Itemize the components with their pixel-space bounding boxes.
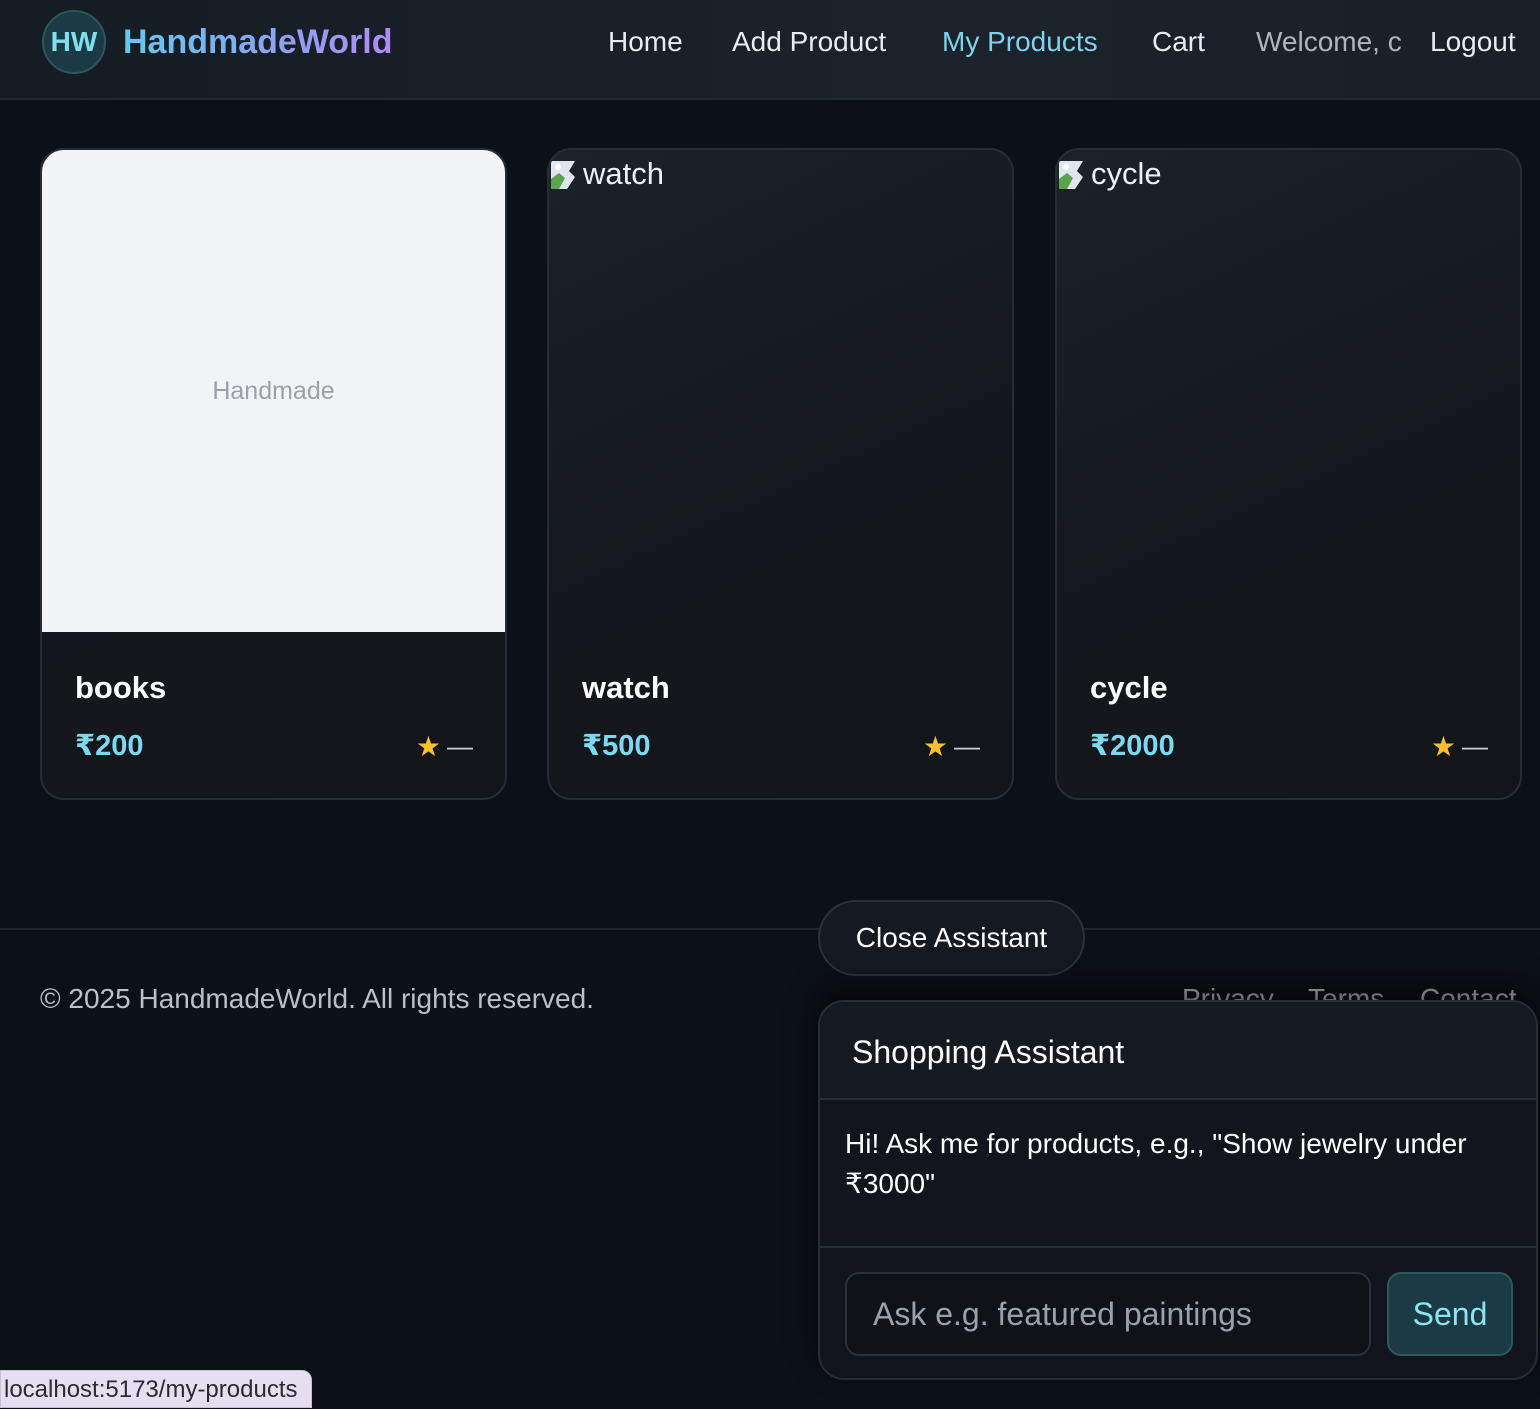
- assistant-query-input[interactable]: [845, 1272, 1371, 1356]
- broken-image-icon: [1059, 161, 1083, 189]
- status-bar-url: localhost:5173/my-products: [0, 1370, 313, 1408]
- nav-add-product[interactable]: Add Product: [732, 22, 886, 62]
- image-alt-text: cycle: [1091, 156, 1162, 191]
- product-card[interactable]: watch watch ₹500 ★ —: [547, 148, 1014, 800]
- broken-image: cycle: [1057, 150, 1162, 198]
- product-rating: ★ —: [416, 730, 473, 763]
- product-name: cycle: [1090, 670, 1168, 705]
- product-image: cycle: [1057, 150, 1520, 632]
- broken-image: watch: [549, 150, 664, 198]
- star-icon: ★: [922, 731, 948, 762]
- product-price: ₹200: [75, 730, 144, 762]
- footer-divider: [0, 928, 1540, 930]
- placeholder-text: Handmade: [212, 376, 335, 405]
- product-card[interactable]: Handmade books ₹200 ★ —: [40, 148, 507, 800]
- assistant-message: Hi! Ask me for products, e.g., "Show jew…: [845, 1128, 1467, 1199]
- assistant-divider: [820, 1246, 1536, 1248]
- assistant-header: Shopping Assistant: [820, 1002, 1536, 1100]
- nav-my-products[interactable]: My Products: [942, 22, 1098, 62]
- product-price: ₹500: [582, 730, 651, 762]
- star-icon: ★: [1430, 731, 1456, 762]
- product-image: watch: [549, 150, 1012, 632]
- brand-name[interactable]: HandmadeWorld: [123, 22, 393, 62]
- product-rating: ★ —: [923, 730, 980, 763]
- nav-cart[interactable]: Cart: [1152, 22, 1205, 62]
- image-alt-text: watch: [583, 156, 664, 191]
- nav-home[interactable]: Home: [608, 22, 683, 62]
- shopping-assistant-panel: Shopping Assistant Hi! Ask me for produc…: [818, 1000, 1538, 1380]
- logo-badge[interactable]: HW: [42, 10, 106, 74]
- broken-image-icon: [551, 161, 575, 189]
- product-name: watch: [582, 670, 670, 705]
- close-assistant-button[interactable]: Close Assistant: [818, 900, 1085, 976]
- send-button[interactable]: Send: [1387, 1272, 1513, 1356]
- welcome-text: Welcome, c: [1256, 26, 1402, 57]
- product-name: books: [75, 670, 167, 705]
- product-price: ₹2000: [1090, 730, 1175, 762]
- assistant-title: Shopping Assistant: [852, 1034, 1125, 1070]
- top-navbar: HW HandmadeWorld Home Add Product My Pro…: [0, 0, 1540, 100]
- star-icon: ★: [415, 731, 441, 762]
- product-rating: ★ —: [1431, 730, 1488, 763]
- product-image-placeholder: Handmade: [42, 150, 505, 632]
- product-card[interactable]: cycle cycle ₹2000 ★ —: [1055, 148, 1522, 800]
- logout-link[interactable]: Logout: [1430, 22, 1516, 62]
- rating-value: —: [954, 731, 980, 761]
- rating-value: —: [1462, 731, 1488, 761]
- footer-copyright: © 2025 HandmadeWorld. All rights reserve…: [40, 983, 594, 1014]
- rating-value: —: [447, 731, 473, 761]
